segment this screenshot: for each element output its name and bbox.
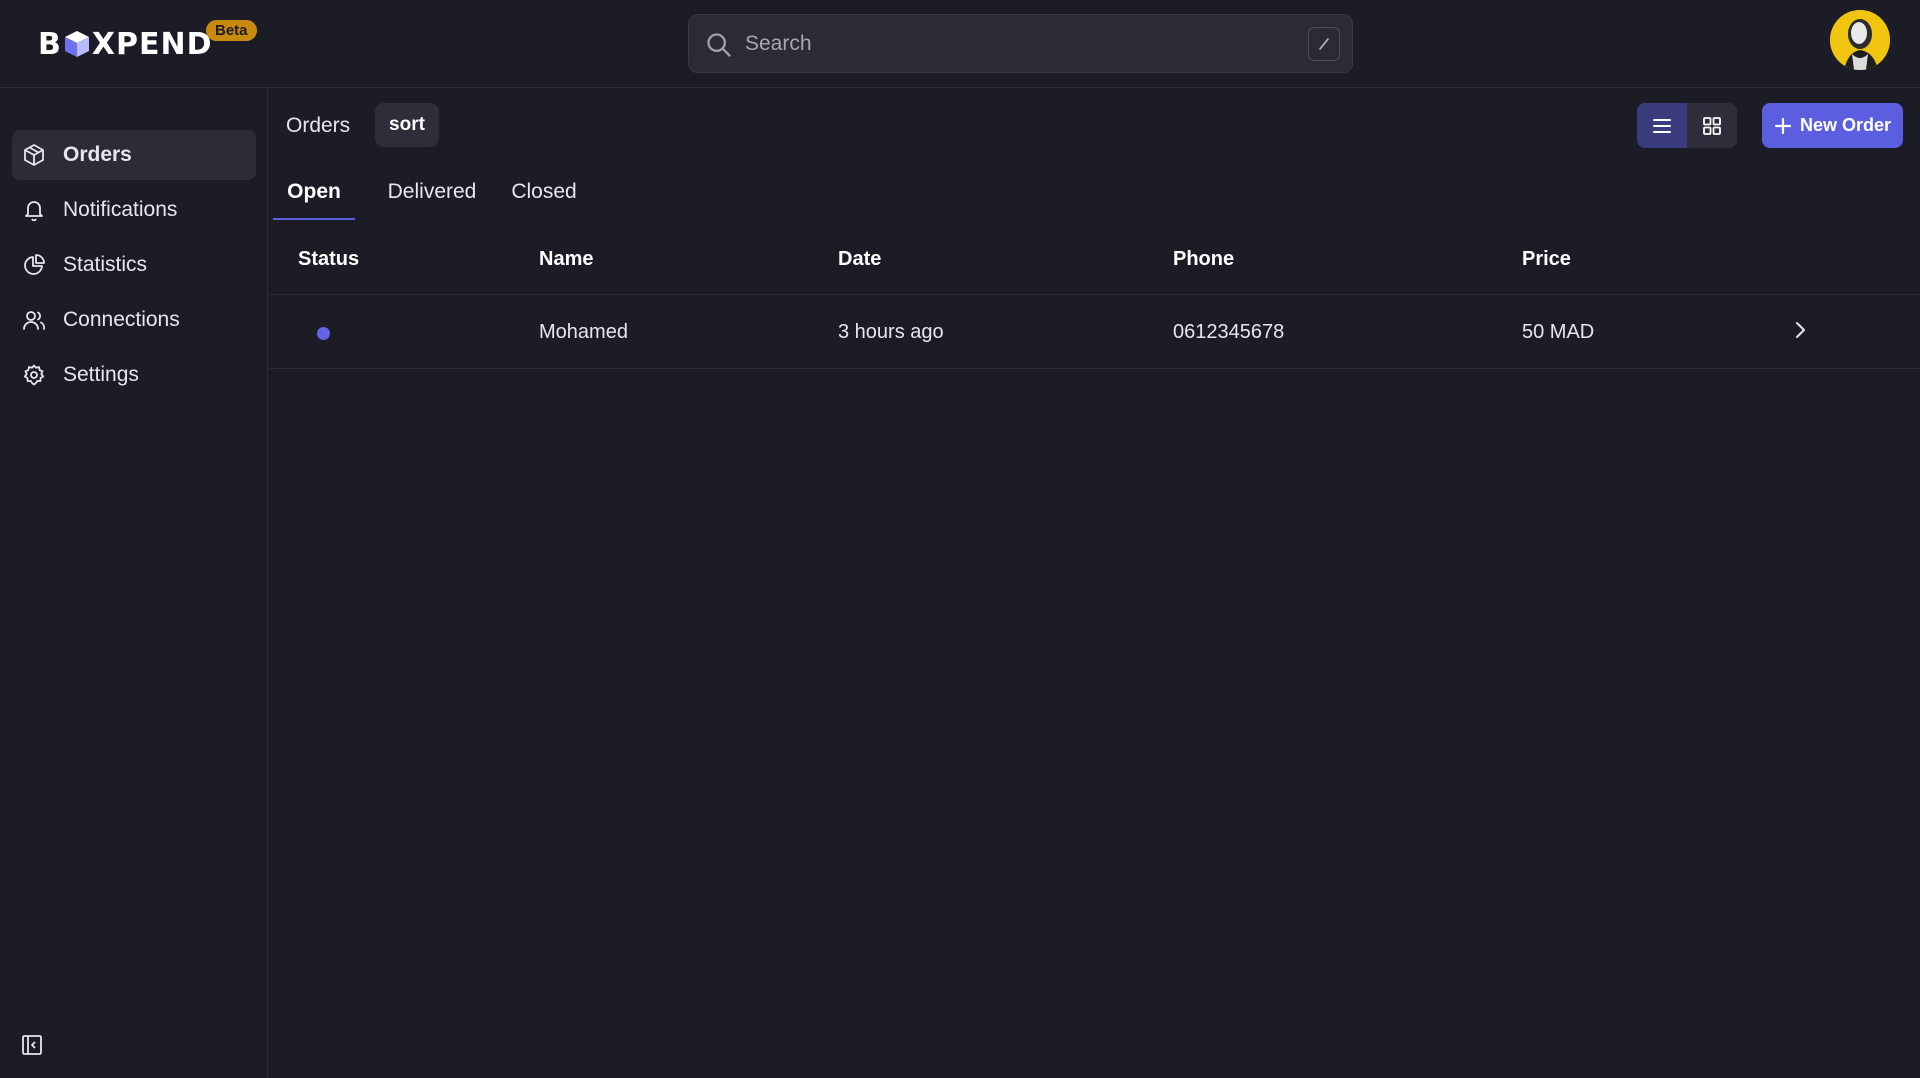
sort-button[interactable]: sort: [375, 103, 439, 147]
top-header: B XPEND Beta: [0, 0, 1920, 88]
column-price[interactable]: Price: [1522, 248, 1571, 271]
column-name[interactable]: Name: [539, 248, 593, 271]
main-content: Orders sort New Order Open Delivered Clo…: [269, 88, 1920, 1078]
beta-badge: Beta: [206, 20, 257, 41]
tab-closed[interactable]: Closed: [505, 174, 583, 220]
sidebar-item-label: Statistics: [63, 253, 148, 276]
tab-delivered[interactable]: Delivered: [379, 174, 485, 220]
bell-icon: [25, 201, 43, 222]
box-icon: [24, 144, 44, 166]
view-toggle: [1637, 103, 1737, 148]
grid-view-button[interactable]: [1687, 103, 1737, 148]
sidebar-item-orders[interactable]: Orders: [12, 130, 256, 180]
grid-icon: [1703, 116, 1721, 135]
table-row[interactable]: Mohamed 3 hours ago 0612345678 50 MAD: [269, 296, 1920, 369]
list-view-button[interactable]: [1637, 103, 1687, 148]
user-avatar[interactable]: [1830, 10, 1890, 70]
sidebar-item-notifications[interactable]: Notifications: [12, 185, 256, 235]
sidebar-item-label: Orders: [63, 143, 132, 166]
search-icon: [707, 33, 731, 57]
tab-label: Delivered: [387, 180, 477, 203]
search-input[interactable]: [745, 15, 1265, 72]
tab-label: Open: [287, 180, 341, 203]
gear-icon: [23, 364, 45, 386]
avatar-portrait-icon: [1830, 10, 1890, 70]
tab-open[interactable]: Open: [273, 174, 355, 220]
chevron-right-icon[interactable]: [1788, 318, 1812, 342]
sidebar-item-label: Notifications: [63, 198, 178, 221]
sidebar-item-settings[interactable]: Settings: [12, 350, 256, 400]
brand-prefix: B: [38, 26, 62, 62]
slash-key-icon: [1308, 27, 1340, 61]
column-status[interactable]: Status: [298, 248, 359, 271]
sidebar: Orders Notifications Statistics Connecti…: [0, 88, 268, 1078]
new-order-label: New Order: [1799, 115, 1892, 135]
sidebar-item-label: Connections: [63, 308, 180, 331]
sidebar-item-statistics[interactable]: Statistics: [12, 240, 256, 290]
new-order-button[interactable]: New Order: [1762, 103, 1903, 148]
sidebar-item-label: Settings: [63, 363, 139, 386]
cell-date: 3 hours ago: [838, 321, 944, 343]
plus-icon: [1774, 117, 1792, 134]
column-phone[interactable]: Phone: [1173, 248, 1234, 271]
cube-logo-icon: [64, 31, 89, 57]
list-icon: [1653, 118, 1671, 133]
pie-chart-icon: [24, 254, 45, 275]
cell-phone: 0612345678: [1173, 321, 1285, 343]
users-icon: [23, 311, 45, 330]
search-bar[interactable]: [688, 14, 1353, 73]
breadcrumb: Orders: [286, 114, 351, 137]
tab-label: Closed: [511, 180, 577, 203]
status-dot: [317, 327, 330, 340]
cell-name: Mohamed: [539, 321, 628, 343]
cell-price: 50 MAD: [1522, 321, 1595, 343]
brand-logo[interactable]: B XPEND: [38, 24, 213, 64]
table-header: Status Name Date Phone Price: [269, 224, 1920, 295]
sidebar-item-connections[interactable]: Connections: [12, 295, 256, 345]
column-date[interactable]: Date: [838, 248, 881, 271]
sidebar-collapse-icon[interactable]: [20, 1033, 44, 1057]
brand-suffix: XPEND: [91, 26, 213, 62]
